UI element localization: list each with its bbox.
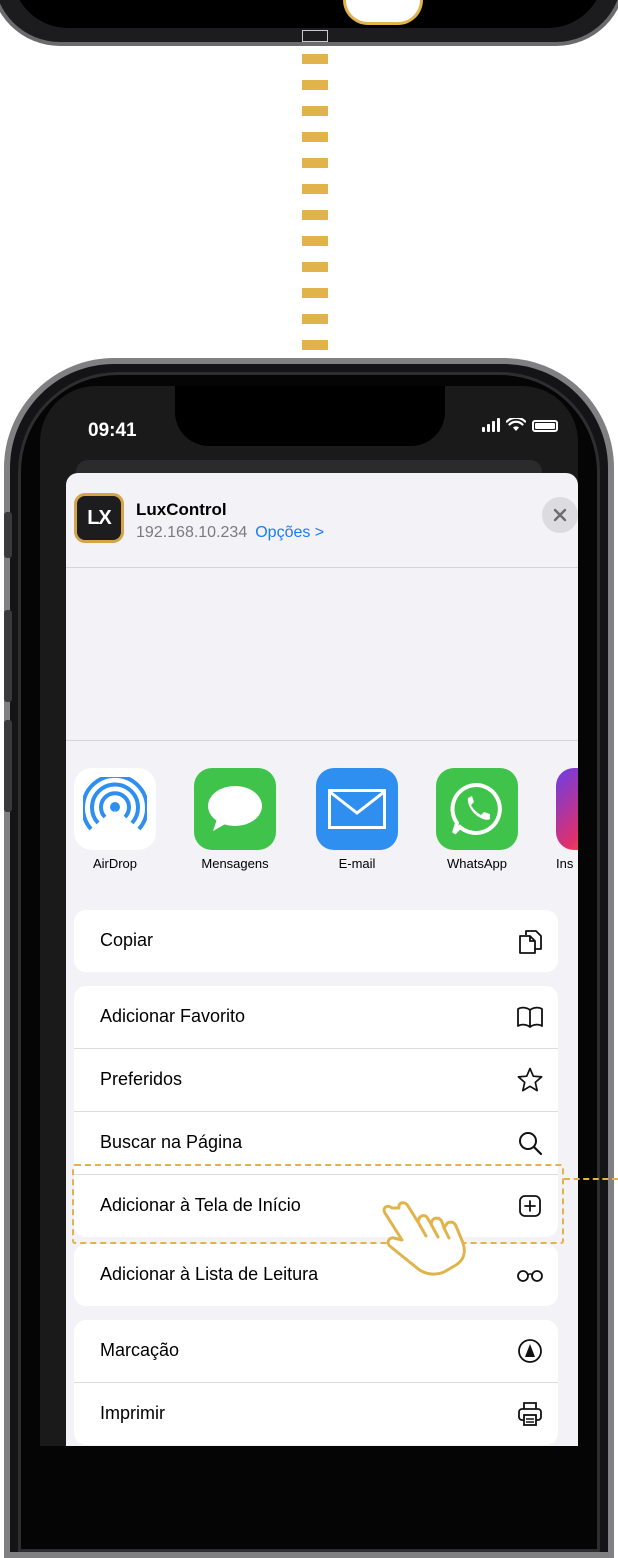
- share-sheet-header: LX LuxControl 192.168.10.234 Opções >: [66, 473, 578, 568]
- share-app-label: Ins: [556, 856, 574, 871]
- action-group-reading-list: Adicionar à Lista de Leitura: [74, 1244, 558, 1306]
- highlight-connector-line: [564, 1178, 618, 1180]
- search-icon: [519, 1132, 543, 1156]
- connector-dash: [302, 340, 328, 350]
- share-app-label: WhatsApp: [447, 856, 507, 871]
- share-app-whatsapp[interactable]: WhatsApp: [436, 768, 518, 871]
- wifi-icon: [506, 418, 526, 431]
- connector-dash: [302, 184, 328, 194]
- highlight-box: [72, 1164, 564, 1244]
- connector-dash: [302, 80, 328, 90]
- phone-screen: 09:41 LX LuxControl 192.168.10.234 Opções…: [40, 386, 578, 1446]
- action-favorites[interactable]: Preferidos: [74, 1049, 558, 1112]
- connector-dash: [302, 236, 328, 246]
- volume-up-button: [4, 610, 12, 702]
- connector-dash: [302, 54, 328, 64]
- messages-icon: [194, 768, 276, 850]
- luxcontrol-logo: LX: [74, 493, 124, 543]
- app-name: LuxControl: [136, 500, 227, 519]
- connector-dash: [302, 132, 328, 142]
- connector-dash: [302, 210, 328, 220]
- close-icon: [553, 508, 567, 522]
- app-address: 192.168.10.234: [136, 524, 248, 541]
- share-app-mail[interactable]: E-mail: [316, 768, 398, 871]
- share-apps-row: AirDrop Mensagens E-mail WhatsApp Ins: [66, 768, 578, 878]
- link-preview-area: [66, 568, 578, 741]
- action-label: Adicionar Favorito: [100, 1006, 246, 1026]
- action-label: Imprimir: [100, 1403, 165, 1423]
- status-time: 09:41: [88, 420, 137, 441]
- action-label: Copiar: [100, 930, 154, 950]
- share-sheet: LX LuxControl 192.168.10.234 Opções > Air…: [66, 473, 578, 1446]
- share-app-messages[interactable]: Mensagens: [194, 768, 276, 871]
- signal-icon: [482, 418, 500, 432]
- connector-dash: [302, 262, 328, 272]
- action-markup[interactable]: Marcação: [74, 1320, 558, 1383]
- connector-dash: [302, 314, 328, 324]
- dashed-connector: [302, 30, 328, 388]
- star-icon: [517, 1067, 543, 1092]
- status-icons: [482, 418, 558, 432]
- mute-switch: [4, 512, 12, 558]
- connector-dash: [302, 158, 328, 168]
- action-label: Preferidos: [100, 1069, 183, 1089]
- action-group-copy: Copiar: [74, 910, 558, 972]
- battery-icon: [532, 420, 558, 432]
- share-app-instagram[interactable]: Ins: [556, 768, 578, 871]
- print-icon: [518, 1402, 542, 1426]
- action-print[interactable]: Imprimir: [74, 1383, 558, 1445]
- connector-dash: [302, 288, 328, 298]
- volume-down-button: [4, 720, 12, 812]
- mail-icon: [316, 768, 398, 850]
- close-button[interactable]: [542, 497, 578, 533]
- share-app-label: E-mail: [338, 856, 376, 871]
- hand-pointer-icon: [382, 1201, 466, 1276]
- connector-dash: [302, 106, 328, 116]
- share-app-label: Mensagens: [201, 856, 269, 871]
- previous-phone-screen: [12, 0, 604, 28]
- hand-illustration-fragment: [343, 0, 423, 25]
- action-copy[interactable]: Copiar: [74, 910, 558, 972]
- markup-icon: [518, 1339, 542, 1363]
- connector-cap-top: [302, 30, 328, 42]
- action-group-markup: Marcação Imprimir: [74, 1320, 558, 1445]
- share-app-label: AirDrop: [92, 856, 138, 871]
- app-subtitle: 192.168.10.234 Opções >: [136, 524, 324, 542]
- copy-icon: [519, 930, 542, 954]
- action-add-bookmark[interactable]: Adicionar Favorito: [74, 986, 558, 1049]
- share-app-airdrop[interactable]: AirDrop: [74, 768, 156, 871]
- glasses-icon: [517, 1270, 543, 1282]
- book-icon: [517, 1006, 543, 1028]
- action-add-to-reading-list[interactable]: Adicionar à Lista de Leitura: [74, 1244, 558, 1306]
- whatsapp-icon: [436, 768, 518, 850]
- action-label: Buscar na Página: [100, 1132, 243, 1152]
- options-link[interactable]: Opções >: [255, 524, 324, 541]
- action-label: Adicionar à Lista de Leitura: [100, 1264, 319, 1284]
- airdrop-icon: [74, 768, 156, 850]
- instagram-icon: [556, 768, 578, 850]
- action-label: Marcação: [100, 1340, 180, 1360]
- notch: [175, 386, 445, 446]
